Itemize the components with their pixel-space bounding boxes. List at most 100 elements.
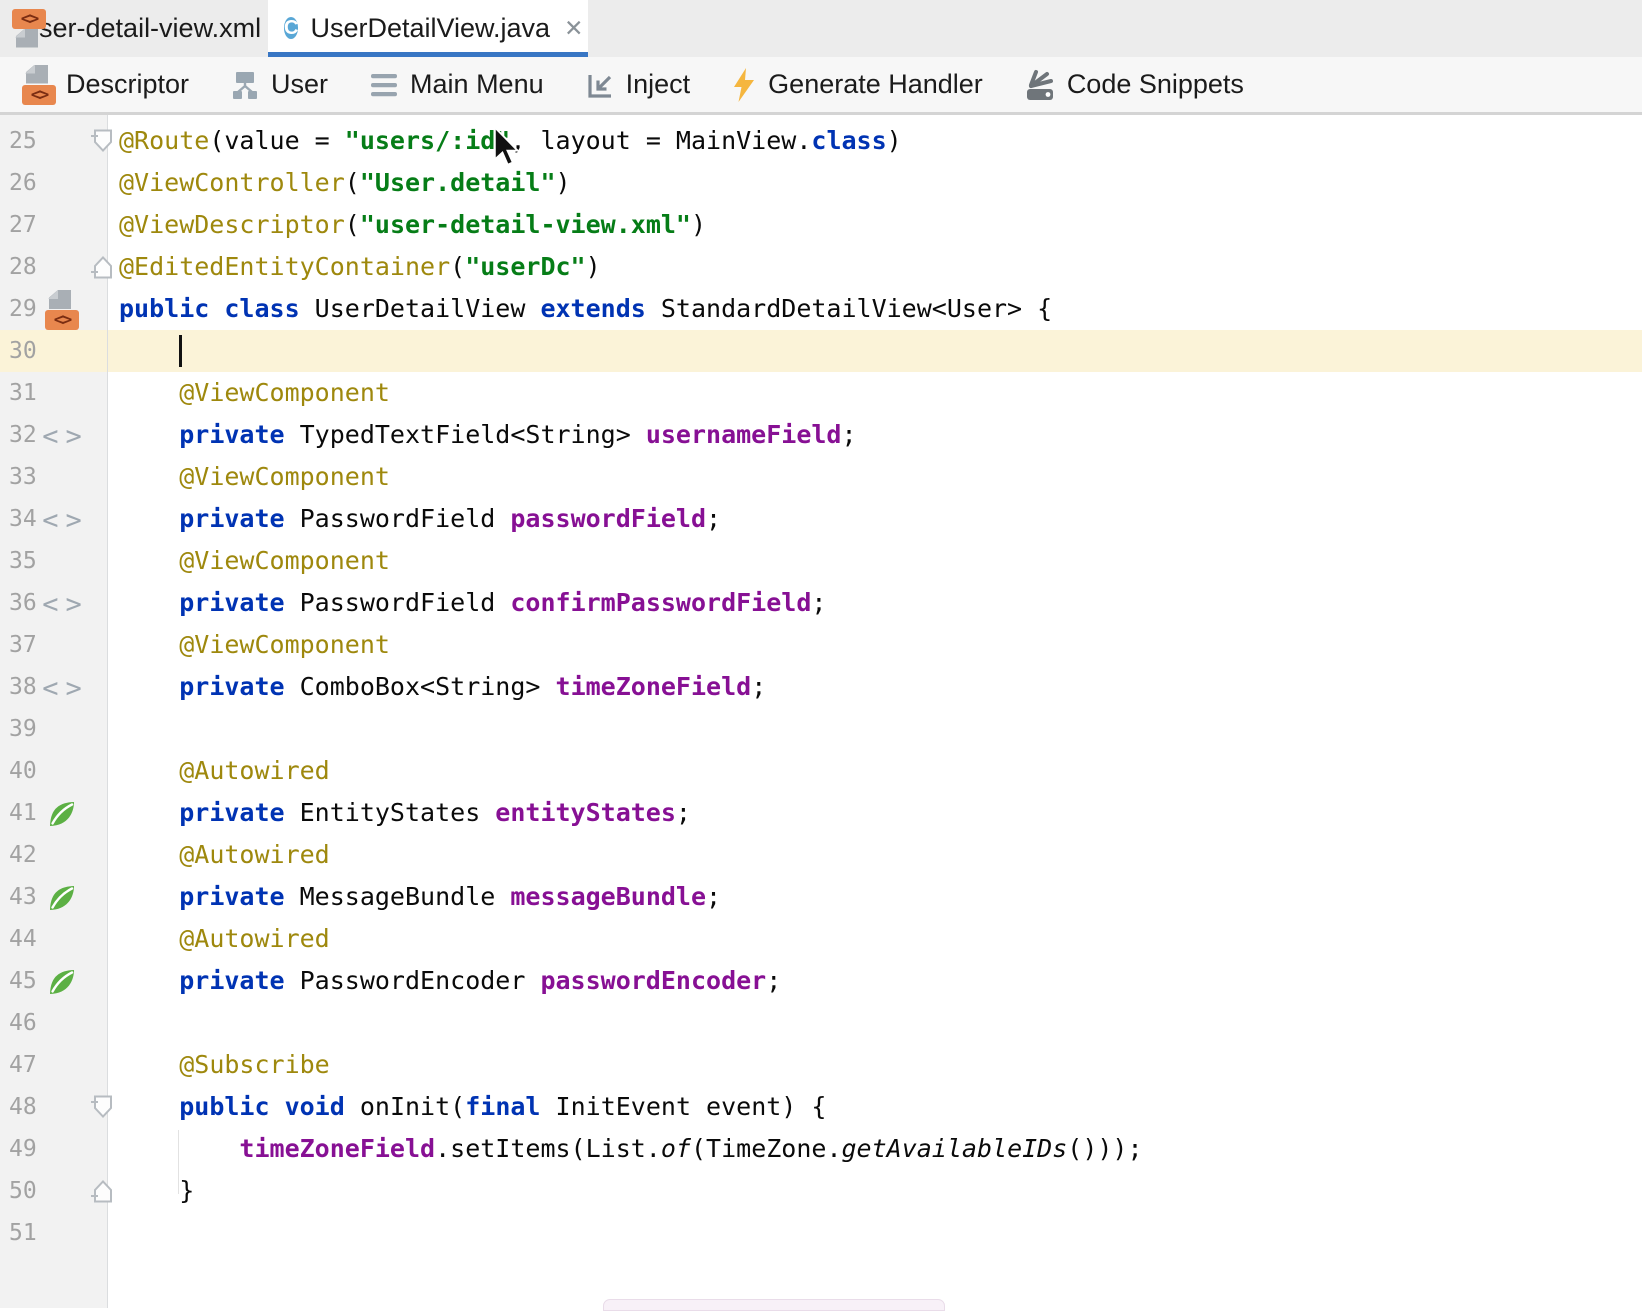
- line-number: 34: [9, 498, 37, 540]
- java-class-icon: C: [284, 13, 298, 44]
- code-line-text: public class UserDetailView extends Stan…: [119, 288, 1052, 330]
- code-line-text: private PasswordField confirmPasswordFie…: [119, 582, 826, 624]
- toolbar-item-descriptor[interactable]: <> Descriptor: [22, 65, 189, 105]
- lightning-icon: [730, 67, 758, 103]
- code-line-row-45: 45 private PasswordEncoder passwordEncod…: [0, 960, 1642, 1002]
- gutter-xml-file-icon[interactable]: <>: [42, 292, 82, 328]
- code-line-text: public void onInit(final InitEvent event…: [119, 1086, 826, 1128]
- gutter-separator: [107, 115, 108, 1308]
- gutter-angle-brackets-icon[interactable]: <>: [42, 418, 82, 454]
- line-number: 38: [9, 666, 37, 708]
- code-line-text: @Subscribe: [119, 1044, 330, 1086]
- line-number: 26: [9, 162, 37, 204]
- line-number: 51: [9, 1212, 37, 1254]
- gutter-spring-bean-icon[interactable]: [42, 796, 82, 832]
- toolbar-item-label: Generate Handler: [768, 69, 983, 100]
- code-line-row-50: 50 }: [0, 1170, 1642, 1212]
- line-number: 37: [9, 624, 37, 666]
- line-number: 40: [9, 750, 37, 792]
- tab-label: user-detail-view.xml: [24, 13, 261, 44]
- code-line-text: @ViewComponent: [119, 624, 390, 666]
- gutter-angle-brackets-icon[interactable]: <>: [42, 586, 82, 622]
- main-menu-icon: [368, 69, 400, 101]
- code-line-row-39: 39: [0, 708, 1642, 750]
- code-line-text: @EditedEntityContainer("userDc"): [119, 246, 601, 288]
- code-line-row-33: 33 @ViewComponent: [0, 456, 1642, 498]
- code-line-row-34: 34<> private PasswordField passwordField…: [0, 498, 1642, 540]
- gutter-spring-bean-icon[interactable]: [42, 964, 82, 1000]
- toolbar-item-main-menu[interactable]: Main Menu: [368, 69, 544, 101]
- line-number: 46: [9, 1002, 37, 1044]
- gutter-spring-bean-icon[interactable]: [42, 880, 82, 916]
- toolbar-item-user[interactable]: User: [229, 69, 328, 101]
- line-number: 39: [9, 708, 37, 750]
- code-line-row-41: 41 private EntityStates entityStates;: [0, 792, 1642, 834]
- line-number: 29: [9, 288, 37, 330]
- code-line-text: private TypedTextField<String> usernameF…: [119, 414, 857, 456]
- gutter-angle-brackets-icon[interactable]: <>: [42, 670, 82, 706]
- fold-marker-start[interactable]: [91, 127, 115, 155]
- close-icon[interactable]: ✕: [564, 15, 583, 42]
- code-line-row-51: 51: [0, 1212, 1642, 1254]
- code-editor[interactable]: 25@Route(value = "users/:id", layout = M…: [0, 115, 1642, 1308]
- text-caret: [179, 335, 182, 367]
- code-line-row-38: 38<> private ComboBox<String> timeZoneFi…: [0, 666, 1642, 708]
- tab-user-detail-view-xml[interactable]: <> user-detail-view.xml ✕: [0, 0, 268, 57]
- code-line-text: @ViewComponent: [119, 372, 390, 414]
- code-line-row-48: 48 public void onInit(final InitEvent ev…: [0, 1086, 1642, 1128]
- line-number: 45: [9, 960, 37, 1002]
- code-line-row-30: 30: [0, 330, 1642, 372]
- code-line-row-27: 27@ViewDescriptor("user-detail-view.xml"…: [0, 204, 1642, 246]
- line-number: 36: [9, 582, 37, 624]
- code-line-row-29: 29<> public class UserDetailView extends …: [0, 288, 1642, 330]
- code-line-text: @Autowired: [119, 834, 330, 876]
- line-number: 31: [9, 372, 37, 414]
- line-number: 41: [9, 792, 37, 834]
- code-line-row-37: 37 @ViewComponent: [0, 624, 1642, 666]
- code-line-text: private PasswordEncoder passwordEncoder;: [119, 960, 781, 1002]
- code-line-text: private ComboBox<String> timeZoneField;: [119, 666, 766, 708]
- code-line-text: @ViewComponent: [119, 456, 390, 498]
- code-line-text: private MessageBundle messageBundle;: [119, 876, 721, 918]
- fold-marker-end[interactable]: [91, 253, 115, 281]
- code-line-row-25: 25@Route(value = "users/:id", layout = M…: [0, 120, 1642, 162]
- toolbar-item-label: Descriptor: [66, 69, 189, 100]
- fold-marker-start[interactable]: [91, 1093, 115, 1121]
- code-line-row-32: 32<> private TypedTextField<String> user…: [0, 414, 1642, 456]
- code-line-row-28: 28 @EditedEntityContainer("userDc"): [0, 246, 1642, 288]
- toolbar-item-label: Main Menu: [410, 69, 544, 100]
- line-number: 50: [9, 1170, 37, 1212]
- code-line-text: timeZoneField.setItems(List.of(TimeZone.…: [119, 1128, 1143, 1170]
- code-line-text: @Autowired: [119, 918, 330, 960]
- code-line-row-44: 44 @Autowired: [0, 918, 1642, 960]
- code-line-row-36: 36<> private PasswordField confirmPasswo…: [0, 582, 1642, 624]
- code-line-row-46: 46: [0, 1002, 1642, 1044]
- line-number: 47: [9, 1044, 37, 1086]
- code-line-row-31: 31 @ViewComponent: [0, 372, 1642, 414]
- tab-userdetailview-java[interactable]: C UserDetailView.java ✕: [268, 0, 588, 57]
- toolbar-item-label: Inject: [626, 69, 691, 100]
- fold-marker-end[interactable]: [91, 1177, 115, 1205]
- line-number: 28: [9, 246, 37, 288]
- code-line-row-40: 40 @Autowired: [0, 750, 1642, 792]
- code-line-text: private EntityStates entityStates;: [119, 792, 691, 834]
- line-number: 25: [9, 120, 37, 162]
- toolbar-item-code-snippets[interactable]: Code Snippets: [1023, 69, 1244, 101]
- line-number: 32: [9, 414, 37, 456]
- xml-file-icon: <>: [22, 65, 56, 105]
- line-number: 30: [9, 330, 37, 372]
- indent-guide: [178, 1130, 179, 1194]
- toolbar-item-inject[interactable]: Inject: [584, 69, 691, 101]
- mouse-cursor: [493, 126, 521, 167]
- gutter-angle-brackets-icon[interactable]: <>: [42, 502, 82, 538]
- code-snippets-icon: [1023, 69, 1057, 101]
- line-number: 49: [9, 1128, 37, 1170]
- code-line-text: @ViewDescriptor("user-detail-view.xml"): [119, 204, 706, 246]
- inject-icon: [584, 69, 616, 101]
- line-number: 48: [9, 1086, 37, 1128]
- toolbar-item-generate-handler[interactable]: Generate Handler: [730, 67, 983, 103]
- tab-label: UserDetailView.java: [310, 13, 550, 44]
- editor-tab-bar: <> user-detail-view.xml ✕ C UserDetailVi…: [0, 0, 1642, 57]
- line-number: 43: [9, 876, 37, 918]
- code-line-row-47: 47 @Subscribe: [0, 1044, 1642, 1086]
